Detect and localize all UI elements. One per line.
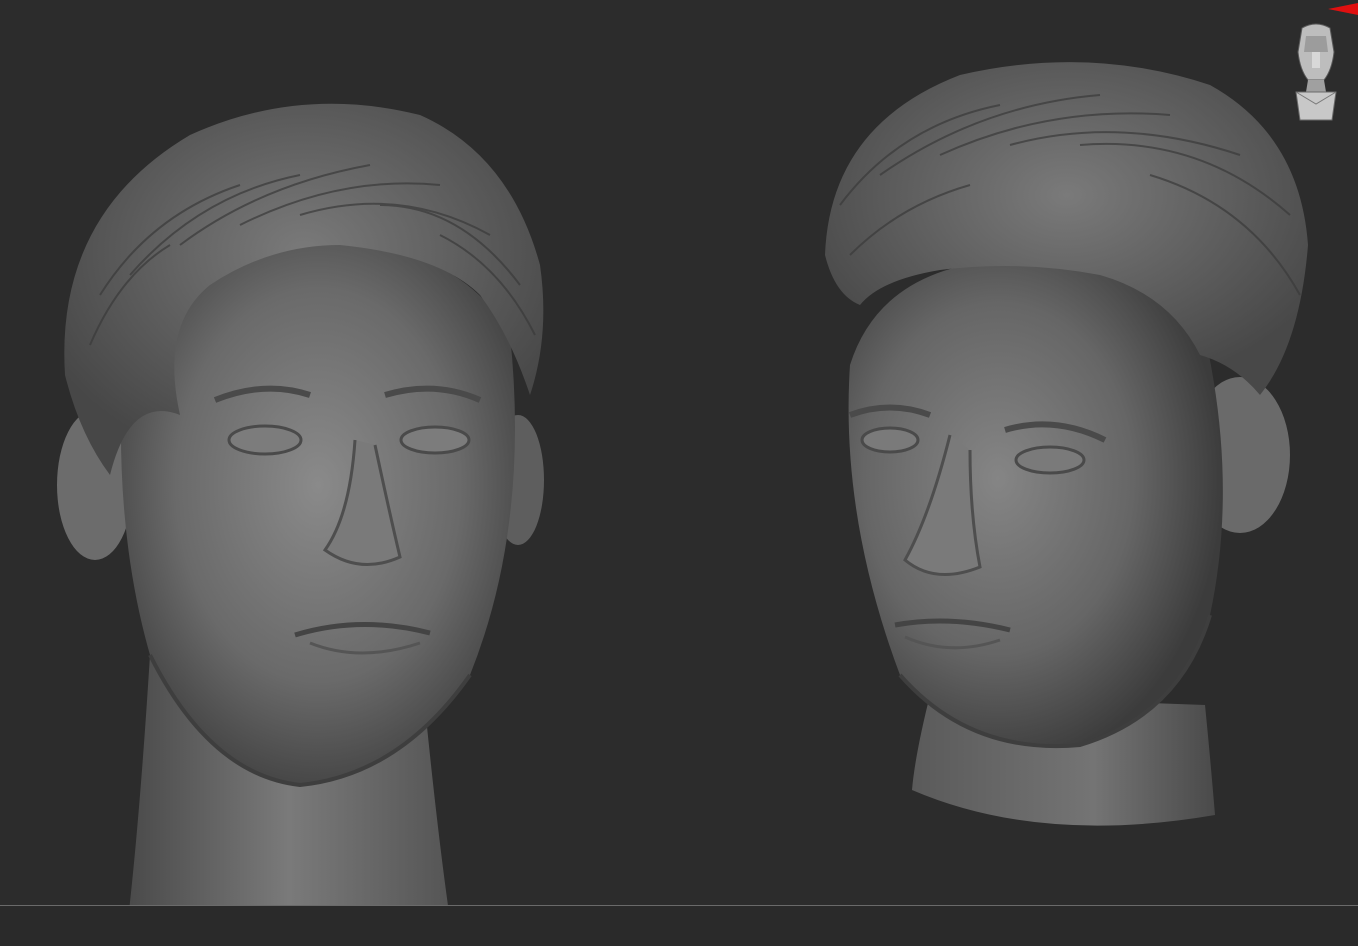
head-model-three-quarter[interactable] [820, 55, 1320, 835]
document-viewport[interactable] [0, 0, 1358, 946]
orientation-head-icon[interactable] [1290, 22, 1342, 122]
red-marker-icon [1328, 2, 1358, 16]
viewport-bottom-edge [0, 906, 1358, 946]
head-model-front[interactable] [40, 95, 560, 925]
